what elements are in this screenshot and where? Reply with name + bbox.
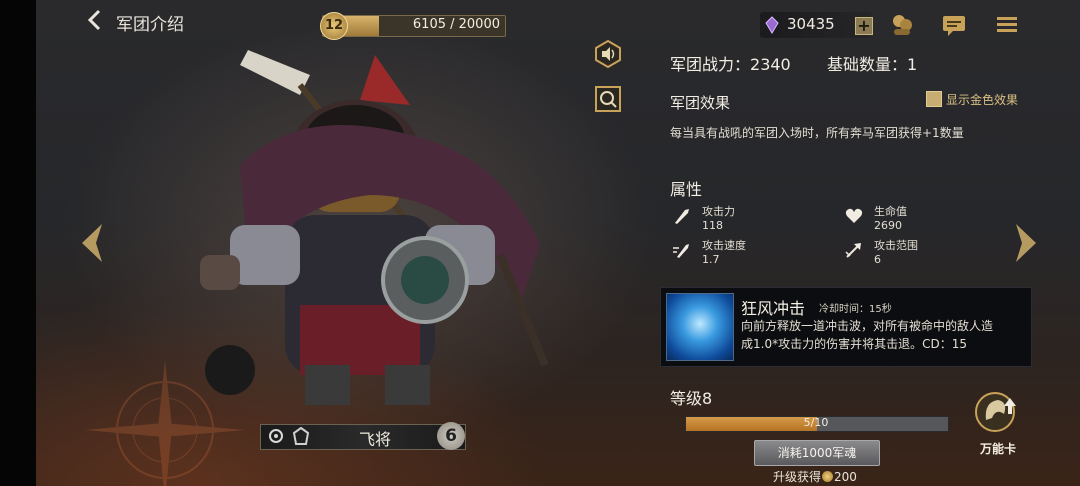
back-arrow-icon[interactable]: [84, 8, 106, 32]
base-quantity: 基础数量：1: [827, 51, 917, 75]
legion-intro-screen: 军团介绍 12 6105 / 20000 30435 + 飞将 6 军团战力：2…: [0, 0, 1080, 486]
unit-class-icon: [292, 426, 310, 445]
wildcard-icon[interactable]: [974, 388, 1020, 436]
attributes-title: 属性: [670, 180, 703, 199]
player-level-badge: 12: [320, 12, 348, 40]
inspect-magnifier-icon[interactable]: [594, 85, 622, 113]
page-title: 军团介绍: [116, 15, 184, 35]
skill-cooldown: 冷却时间：15秒: [819, 304, 892, 315]
legion-effect-description: 每当具有战吼的军团入场时，所有奔马军团获得+1数量: [670, 126, 964, 140]
chat-icon[interactable]: [940, 12, 968, 38]
attack-range-label: 攻击范围: [874, 239, 918, 252]
purple-gem-icon: [765, 16, 779, 34]
health-label: 生命值: [874, 205, 907, 218]
attack-speed-icon: [673, 244, 689, 258]
menu-icon[interactable]: [993, 12, 1021, 38]
faction-emblem-icon: [269, 429, 283, 443]
legion-power: 军团战力：2340: [670, 51, 791, 75]
add-currency-button[interactable]: +: [855, 17, 873, 35]
gem-amount: 30435: [787, 15, 835, 33]
upgrade-reward: 升级获得 200: [773, 468, 857, 485]
voice-play-icon[interactable]: [594, 40, 622, 68]
attack-value: 118: [702, 219, 723, 232]
attack-speed-label: 攻击速度: [702, 239, 746, 252]
skill-description-line1: 向前方释放一道冲击波，对所有被命中的敌人造: [741, 319, 994, 333]
gold-effect-checkbox[interactable]: [926, 91, 942, 107]
previous-legion-arrow-icon[interactable]: [78, 222, 104, 264]
hero-count-badge: 6: [437, 422, 465, 450]
health-value: 2690: [874, 219, 902, 232]
hero-name: 飞将: [358, 430, 391, 449]
attack-range-value: 6: [874, 253, 881, 266]
legion-level-title: 等级8: [670, 389, 713, 408]
reward-prefix: 升级获得: [773, 470, 822, 484]
reward-amount: 200: [834, 470, 857, 484]
power-label: 军团战力：: [670, 55, 751, 74]
player-exp-text: 6105 / 20000: [412, 17, 500, 32]
friends-icon[interactable]: [888, 12, 916, 38]
power-value: 2340: [750, 55, 791, 74]
attack-range-icon: [845, 243, 861, 258]
wildcard-label[interactable]: 万能卡: [976, 440, 1020, 457]
screen-edge: [0, 0, 36, 486]
coin-icon: [822, 471, 834, 482]
tornado-skill-icon[interactable]: [666, 293, 734, 361]
legion-effect-title: 军团效果: [670, 94, 731, 112]
base-quantity-value: 1: [907, 55, 918, 74]
attack-speed-value: 1.7: [702, 253, 720, 266]
gold-effect-label[interactable]: 显示金色效果: [946, 91, 1018, 108]
skill-name: 狂风冲击: [741, 299, 806, 318]
base-quantity-label: 基础数量：: [827, 55, 908, 74]
heart-icon: [845, 208, 863, 223]
skill-description-line2: 成1.0*攻击力的伤害并将其击退。CD：15: [741, 337, 967, 351]
hero-character-portrait: [200, 50, 549, 405]
attack-label: 攻击力: [702, 205, 735, 218]
upgrade-cost-button[interactable]: 消耗1000军魂: [754, 440, 880, 466]
next-legion-arrow-icon[interactable]: [1014, 222, 1040, 264]
attack-icon: [675, 209, 689, 224]
upgrade-progress-text: 5/10: [803, 416, 829, 429]
